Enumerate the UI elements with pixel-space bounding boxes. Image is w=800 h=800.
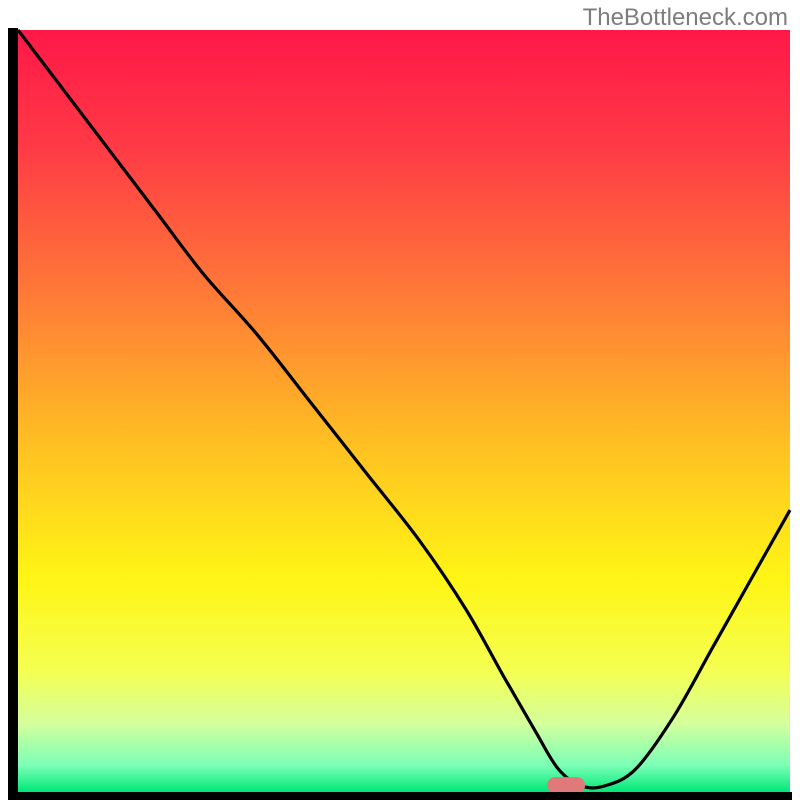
optimal-marker <box>547 777 585 793</box>
chart-container: TheBottleneck.com <box>0 0 800 800</box>
plot-background <box>18 30 790 792</box>
axis-left <box>8 28 18 800</box>
bottleneck-plot <box>0 0 800 800</box>
axis-bottom <box>8 792 792 800</box>
watermark-label: TheBottleneck.com <box>583 4 788 32</box>
